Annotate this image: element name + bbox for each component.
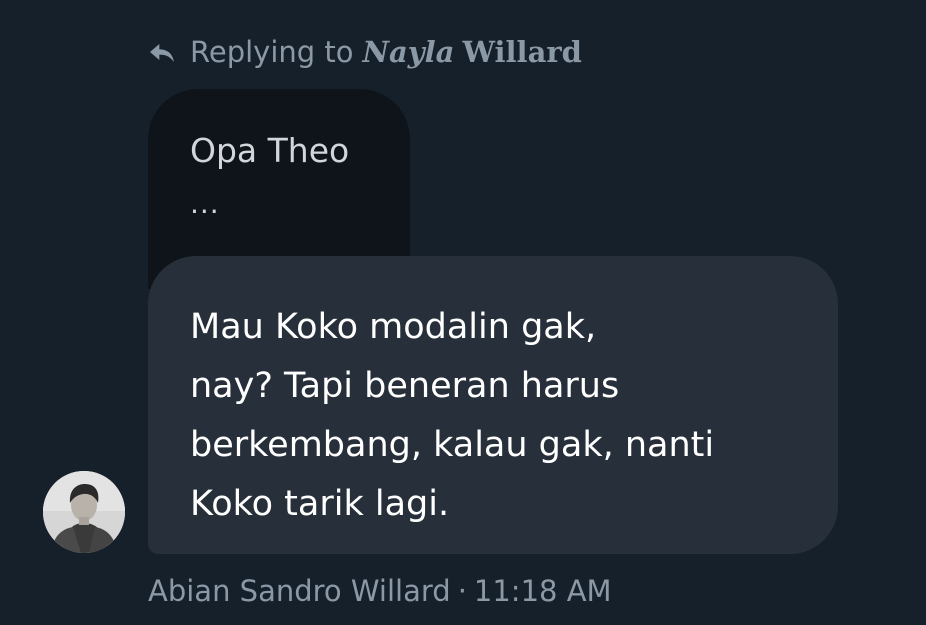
reply-recipient-first-name: Nayla <box>362 35 455 69</box>
reply-prefix: Replying to <box>190 35 354 69</box>
message-line: nay? Tapi beneran harus <box>190 366 620 406</box>
chat-view: Replying to Nayla Willard Opa Theo ... M… <box>0 0 926 625</box>
message-line: berkembang, kalau gak, nanti <box>190 425 715 465</box>
replying-to-header[interactable]: Replying to Nayla Willard <box>146 30 582 74</box>
message-text: Mau Koko modalin gak, nay? Tapi beneran … <box>190 298 810 534</box>
avatar[interactable] <box>43 471 125 553</box>
sender-name[interactable]: Abian Sandro Willard <box>148 574 451 608</box>
message-line: Mau Koko modalin gak, <box>190 307 597 347</box>
message-line: Koko tarik lagi. <box>190 484 450 524</box>
meta-separator: · <box>457 574 467 608</box>
quoted-message-name: Opa Theo <box>190 131 350 170</box>
reply-arrow-icon <box>150 44 174 62</box>
message-bubble[interactable]: Mau Koko modalin gak, nay? Tapi beneran … <box>148 256 838 554</box>
message-meta: Abian Sandro Willard · 11:18 AM <box>148 574 612 608</box>
reply-recipient-last-name: Willard <box>462 35 582 69</box>
avatar-photo <box>43 471 125 553</box>
quoted-message-ellipsis: ... <box>190 187 220 220</box>
message-time: 11:18 AM <box>473 574 612 608</box>
